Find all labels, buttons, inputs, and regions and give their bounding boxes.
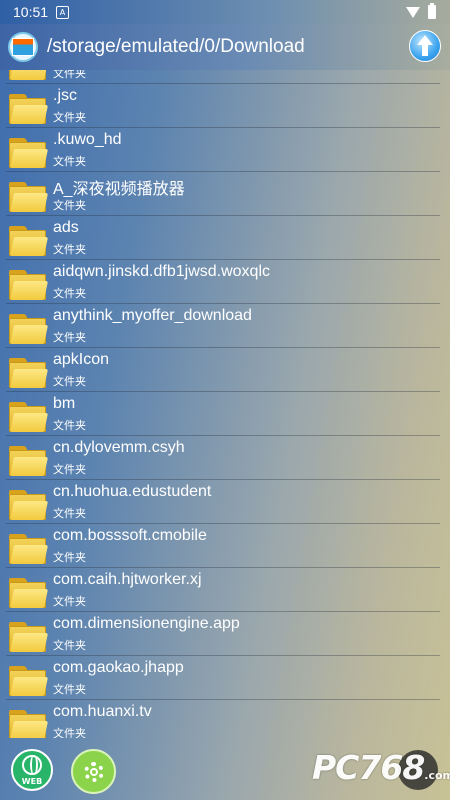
file-name: aidqwn.jinskd.dfb1jwsd.woxqlc [53,263,270,280]
file-type: 文件夹 [53,155,86,168]
status-bar: 10:51 A [0,0,450,24]
file-name: ads [53,219,79,236]
list-item[interactable]: 文件夹 [0,70,450,84]
list-item[interactable]: apkIcon 文件夹 [0,348,450,392]
list-item[interactable]: com.bosssoft.cmobile 文件夹 [0,524,450,568]
folder-icon [9,578,49,608]
folder-icon [9,490,49,520]
file-type: 文件夹 [53,639,86,652]
bottom-toolbar: WEB PC768.com [0,738,450,800]
folder-icon [9,138,49,168]
file-name: com.huanxi.tv [53,703,152,720]
status-icons [406,3,436,19]
folder-icon [9,622,49,652]
list-item[interactable]: com.dimensionengine.app 文件夹 [0,612,450,656]
app-logo-icon[interactable] [8,32,38,62]
folder-icon [9,70,49,80]
file-type: 文件夹 [53,595,86,608]
battery-icon [428,3,436,19]
file-type: 文件夹 [53,70,86,80]
list-item[interactable]: com.huanxi.tv 文件夹 [0,700,450,738]
list-item[interactable]: ads 文件夹 [0,216,450,260]
notification-icon: A [56,5,70,19]
file-type: 文件夹 [53,551,86,564]
settings-button[interactable] [71,749,116,794]
file-name: bm [53,395,76,412]
file-name: com.dimensionengine.app [53,615,240,632]
folder-icon [9,666,49,696]
file-name: com.caih.hjtworker.xj [53,571,202,588]
file-name: A_深夜视频播放器 [53,181,185,198]
file-name: anythink_myoffer_download [53,307,252,324]
file-name: apkIcon [53,351,110,368]
file-type: 文件夹 [53,463,86,476]
file-name: com.bosssoft.cmobile [53,527,207,544]
file-list[interactable]: 文件夹 .jsc 文件夹 .kuwo_hd 文件夹 A_深夜视频播放器 文件夹 … [0,70,450,738]
folder-icon [9,402,49,432]
file-name: .jsc [53,87,77,104]
list-item[interactable]: com.caih.hjtworker.xj 文件夹 [0,568,450,612]
list-item[interactable]: cn.dylovemm.csyh 文件夹 [0,436,450,480]
file-type: 文件夹 [53,331,86,344]
list-item[interactable]: .kuwo_hd 文件夹 [0,128,450,172]
folder-icon [9,446,49,476]
file-type: 文件夹 [53,419,86,432]
file-type: 文件夹 [53,243,86,256]
web-button-label: WEB [21,777,43,786]
globe-icon [22,755,42,775]
file-name: .kuwo_hd [53,131,122,148]
web-button[interactable]: WEB [11,749,53,791]
file-type: 文件夹 [53,111,86,124]
file-name: com.gaokao.jhapp [53,659,184,676]
file-type: 文件夹 [53,287,86,300]
list-item[interactable]: .jsc 文件夹 [0,84,450,128]
gear-icon [84,762,104,782]
wifi-icon [406,6,420,18]
file-type: 文件夹 [53,683,86,696]
folder-icon [9,534,49,564]
file-type: 文件夹 [53,199,86,212]
folder-icon [9,314,49,344]
folder-icon [9,94,49,124]
watermark-logo: PC768.com [312,748,450,787]
file-type: 文件夹 [53,375,86,388]
file-name: cn.huohua.edustudent [53,483,212,500]
list-item[interactable]: bm 文件夹 [0,392,450,436]
folder-icon [9,226,49,256]
list-item[interactable]: aidqwn.jinskd.dfb1jwsd.woxqlc 文件夹 [0,260,450,304]
folder-icon [9,710,49,738]
folder-icon [9,270,49,300]
file-type: 文件夹 [53,727,86,738]
folder-icon [9,182,49,212]
file-name: cn.dylovemm.csyh [53,439,185,456]
up-directory-button[interactable] [409,30,441,62]
list-item[interactable]: anythink_myoffer_download 文件夹 [0,304,450,348]
list-item[interactable]: com.gaokao.jhapp 文件夹 [0,656,450,700]
file-type: 文件夹 [53,507,86,520]
list-item[interactable]: cn.huohua.edustudent 文件夹 [0,480,450,524]
list-item[interactable]: A_深夜视频播放器 文件夹 [0,172,450,216]
toolbar: /storage/emulated/0/Download [0,24,450,70]
current-path: /storage/emulated/0/Download [47,36,305,57]
status-time: 10:51 [13,4,49,20]
folder-icon [9,358,49,388]
